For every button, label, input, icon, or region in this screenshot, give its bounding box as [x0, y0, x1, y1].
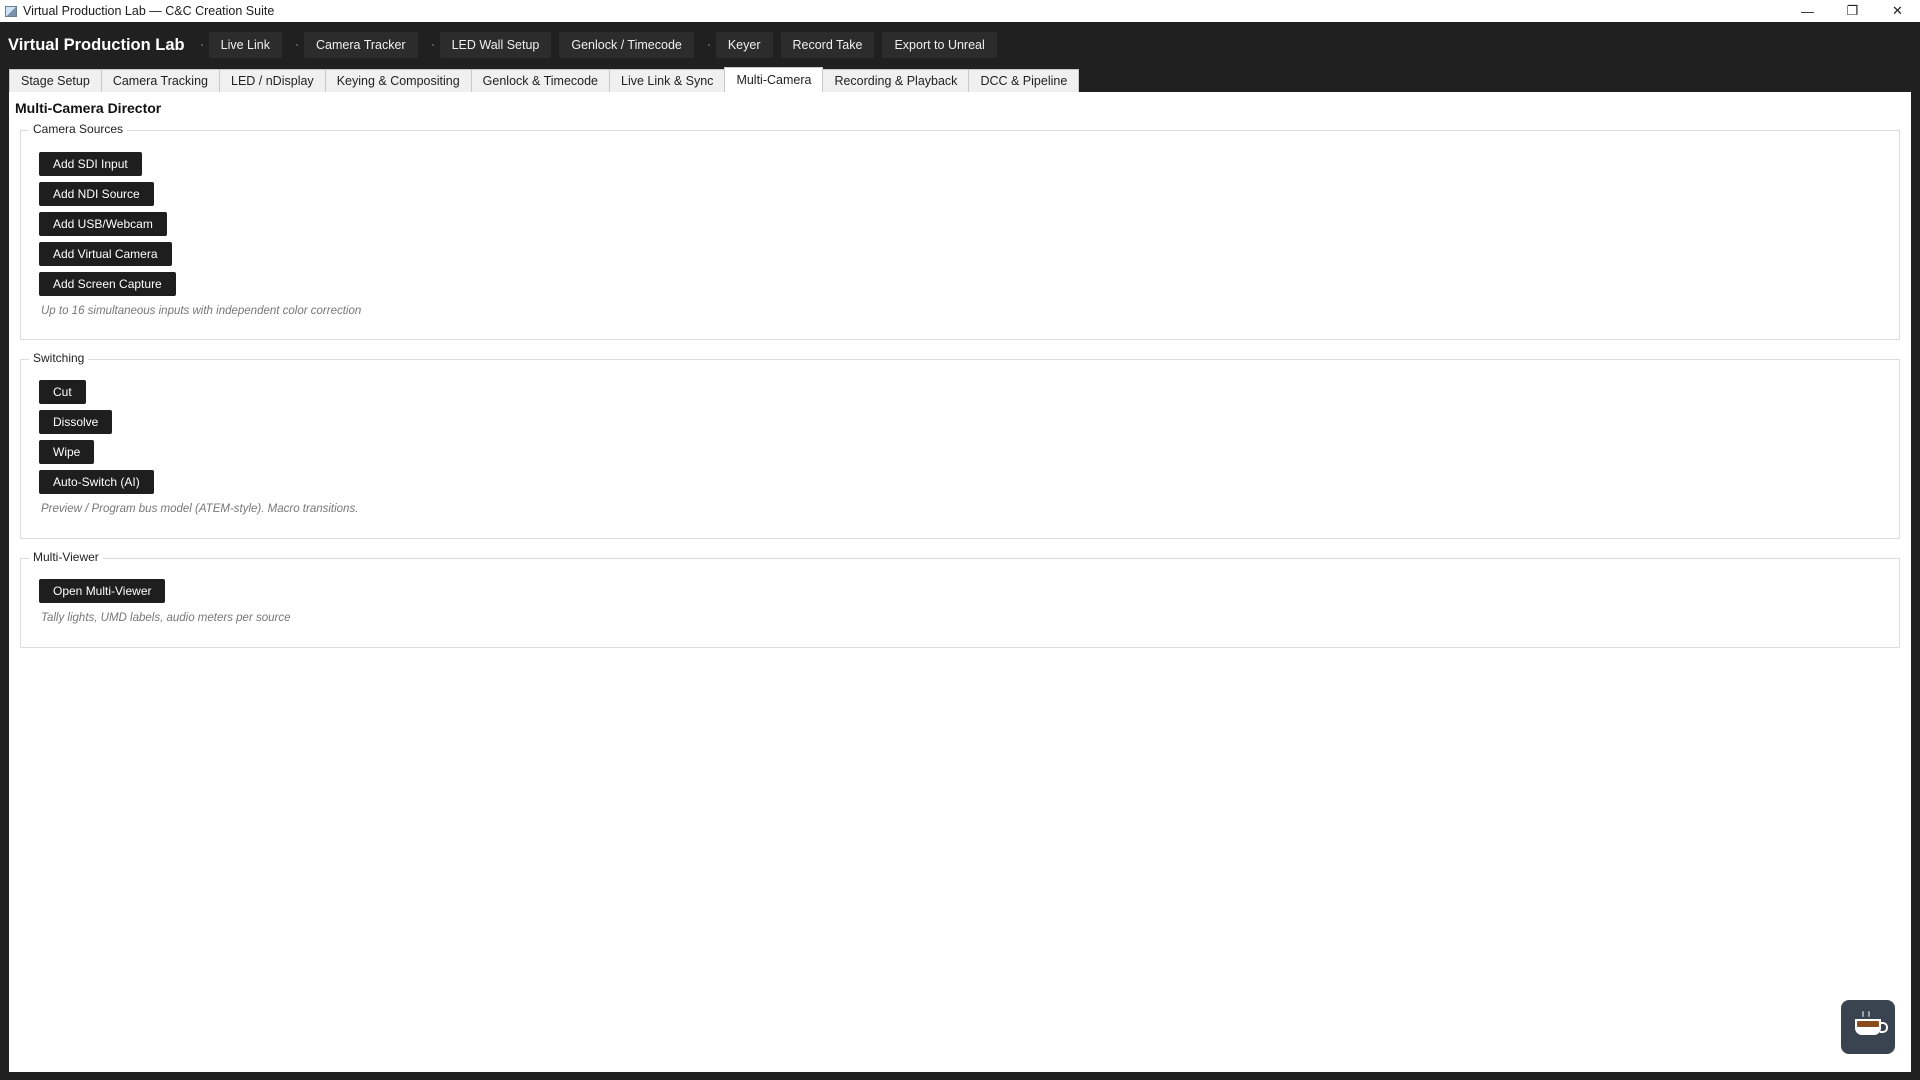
brand-title: Virtual Production Lab: [8, 35, 185, 54]
auto-switch-ai-button[interactable]: Auto-Switch (AI): [39, 470, 154, 494]
add-virtual-camera-button[interactable]: Add Virtual Camera: [39, 242, 172, 266]
tab-dcc-pipeline[interactable]: DCC & Pipeline: [968, 69, 1080, 92]
camera-sources-buttons: Add SDI Input Add NDI Source Add USB/Web…: [39, 152, 176, 296]
camera-sources-group: Camera Sources Add SDI Input Add NDI Sou…: [20, 122, 1900, 340]
tab-keying-compositing[interactable]: Keying & Compositing: [324, 69, 472, 92]
group-title: Multi-Viewer: [29, 550, 103, 564]
switching-group: Switching Cut Dissolve Wipe Auto-Switch …: [20, 351, 1900, 539]
toolbar-separator: [200, 44, 203, 46]
app-icon: [5, 5, 17, 17]
close-icon[interactable]: ✕: [1875, 0, 1920, 22]
wipe-button[interactable]: Wipe: [39, 440, 95, 464]
maximize-icon[interactable]: ❐: [1830, 0, 1875, 22]
group-title: Switching: [29, 351, 89, 365]
switching-buttons: Cut Dissolve Wipe Auto-Switch (AI): [39, 380, 154, 494]
record-take-button[interactable]: Record Take: [780, 32, 875, 58]
dissolve-button[interactable]: Dissolve: [39, 410, 113, 434]
led-wall-setup-button[interactable]: LED Wall Setup: [439, 32, 552, 58]
camera-sources-hint: Up to 16 simultaneous inputs with indepe…: [41, 305, 362, 317]
add-usb-webcam-button[interactable]: Add USB/Webcam: [39, 212, 167, 236]
coffee-cup-icon: [1855, 1019, 1888, 1035]
tab-genlock-timecode[interactable]: Genlock & Timecode: [470, 69, 611, 92]
tab-recording-playback[interactable]: Recording & Playback: [822, 69, 970, 92]
page-title: Multi-Camera Director: [15, 100, 162, 116]
toolbar-separator: [295, 44, 298, 46]
open-multi-viewer-button[interactable]: Open Multi-Viewer: [39, 579, 166, 603]
tab-content-panel: Multi-Camera Director Camera Sources Add…: [9, 92, 1911, 1072]
tab-stage-setup[interactable]: Stage Setup: [9, 69, 102, 92]
export-to-unreal-button[interactable]: Export to Unreal: [882, 32, 997, 58]
toolbar-separator: [431, 44, 434, 46]
add-screen-capture-button[interactable]: Add Screen Capture: [39, 272, 176, 296]
live-link-button[interactable]: Live Link: [208, 32, 282, 58]
window-title: Virtual Production Lab — C&C Creation Su…: [23, 4, 275, 18]
tab-live-link-sync[interactable]: Live Link & Sync: [609, 69, 726, 92]
toolbar-separator: [707, 44, 710, 46]
tab-strip: Stage Setup Camera Tracking LED / nDispl…: [9, 67, 1080, 92]
multiviewer-buttons: Open Multi-Viewer: [39, 579, 166, 603]
group-title: Camera Sources: [29, 122, 128, 136]
steam-mark: [1868, 1011, 1870, 1017]
window-controls: — ❐ ✕: [1785, 0, 1920, 22]
tab-camera-tracking[interactable]: Camera Tracking: [100, 69, 220, 92]
keyer-button[interactable]: Keyer: [715, 32, 773, 58]
add-sdi-input-button[interactable]: Add SDI Input: [39, 152, 142, 176]
add-ndi-source-button[interactable]: Add NDI Source: [39, 182, 154, 206]
tab-led-ndisplay[interactable]: LED / nDisplay: [219, 69, 326, 92]
cut-button[interactable]: Cut: [39, 380, 86, 404]
window-title-bar: Virtual Production Lab — C&C Creation Su…: [0, 0, 1920, 22]
switching-hint: Preview / Program bus model (ATEM-style)…: [41, 503, 359, 515]
genlock-timecode-button[interactable]: Genlock / Timecode: [559, 32, 694, 58]
multiviewer-group: Multi-Viewer Open Multi-Viewer Tally lig…: [20, 550, 1900, 648]
coffee-fab-button[interactable]: [1841, 1000, 1895, 1054]
camera-tracker-button[interactable]: Camera Tracker: [303, 32, 418, 58]
minimize-icon[interactable]: —: [1785, 0, 1830, 22]
multiviewer-hint: Tally lights, UMD labels, audio meters p…: [41, 612, 291, 624]
steam-mark: [1862, 1011, 1864, 1017]
tab-multi-camera[interactable]: Multi-Camera: [724, 67, 824, 92]
app-toolbar: Virtual Production Lab Live Link Camera …: [0, 22, 1920, 68]
